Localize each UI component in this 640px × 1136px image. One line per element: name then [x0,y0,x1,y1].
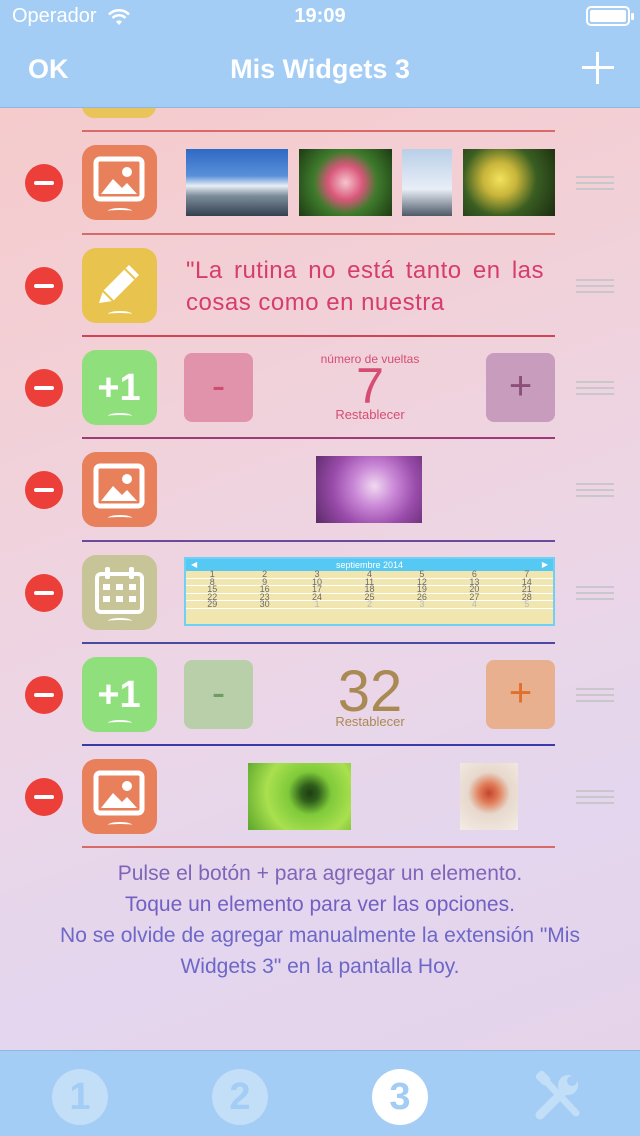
tab-3[interactable]: 3 [372,1069,428,1125]
delete-icon[interactable] [25,267,63,305]
reorder-handle-icon[interactable] [576,586,614,600]
svg-text:+1: +1 [97,674,140,716]
help-line-4: Widgets 3" en la pantalla Hoy. [180,955,460,978]
svg-text:+1: +1 [97,367,140,409]
decrement-button[interactable]: - [184,353,253,422]
delete-icon[interactable] [25,164,63,202]
navigation-header: Operador 19:09 OK Mis Widgets 3 [0,0,640,108]
photo-water-drop [316,456,422,523]
image-icon [82,145,157,220]
delete-icon[interactable] [25,778,63,816]
delete-icon[interactable] [25,369,63,407]
reorder-handle-icon[interactable] [576,483,614,497]
tools-icon[interactable] [530,1069,586,1125]
battery-icon [586,6,634,26]
pencil-icon [82,248,157,323]
image-icon [82,759,157,834]
delete-icon[interactable] [25,676,63,714]
help-line-3: No se olvide de agregar manualmente la e… [60,924,580,947]
calendar-widget[interactable]: septiembre 2014 ◀ ▶ 1234567 8 9 10 11 12 13 14… [184,557,555,626]
help-line-2: Toque un elemento para ver las opciones. [125,893,515,916]
widget-row-counter[interactable]: +1 - 32 Restablecer + [0,644,640,746]
row-separator [82,846,555,848]
widget-row-counter[interactable]: +1 - número de vueltas 7 Restablecer + [0,337,640,439]
page-title: Mis Widgets 3 [230,54,410,84]
help-line-1: Pulse el botón + para agregar un element… [117,862,523,885]
help-text: Pulse el botón + para agregar un element… [20,858,620,982]
photo-yellow-flowers [463,149,555,216]
increment-button[interactable]: + [486,353,555,422]
decrement-button[interactable]: - [184,660,253,729]
status-bar: Operador 19:09 [0,0,640,34]
plus-icon[interactable] [582,52,614,84]
calendar-next-icon[interactable]: ▶ [542,559,548,571]
reorder-handle-icon[interactable] [576,790,614,804]
calendar-grid: 1234567 8 9 10 11 12 13 14 15 16 17 18 19 20 21 22 23… [186,570,553,609]
image-icon [82,452,157,527]
counter-value: 7 [356,358,384,414]
reset-button[interactable]: Restablecer [300,407,440,422]
delete-icon[interactable] [25,471,63,509]
calendar-icon [82,555,157,630]
plus-one-icon: +1 [82,350,157,425]
widget-row-images[interactable] [0,132,640,234]
reset-button[interactable]: Restablecer [300,714,440,729]
reorder-handle-icon[interactable] [576,381,614,395]
tab-2[interactable]: 2 [212,1069,268,1125]
counter-value: 32 [337,659,403,724]
plus-one-icon: +1 [82,657,157,732]
reorder-handle-icon[interactable] [576,176,614,190]
widget-row-image[interactable] [0,439,640,541]
photo-ferris-wheel [402,149,452,216]
reorder-handle-icon[interactable] [576,279,614,293]
tab-bar: 1 2 3 [0,1050,640,1136]
widget-row-images[interactable] [0,746,640,848]
photo-ladybugs [460,763,518,830]
quote-text: "La rutina no está tanto en las cosas co… [186,257,544,316]
tab-1[interactable]: 1 [52,1069,108,1125]
calendar-prev-icon[interactable]: ◀ [191,559,197,571]
widget-row-calendar[interactable]: septiembre 2014 ◀ ▶ 1234567 8 9 10 11 12 13 14… [0,542,640,644]
delete-icon[interactable] [25,574,63,612]
widget-row-quote[interactable]: "La rutina no está tanto en las cosas co… [0,235,640,337]
photo-leaf-frog [248,763,351,830]
reorder-handle-icon[interactable] [576,688,614,702]
status-time: 19:09 [294,5,346,27]
photo-flower [299,149,392,216]
photo-mountain [186,149,288,216]
increment-button[interactable]: + [486,660,555,729]
